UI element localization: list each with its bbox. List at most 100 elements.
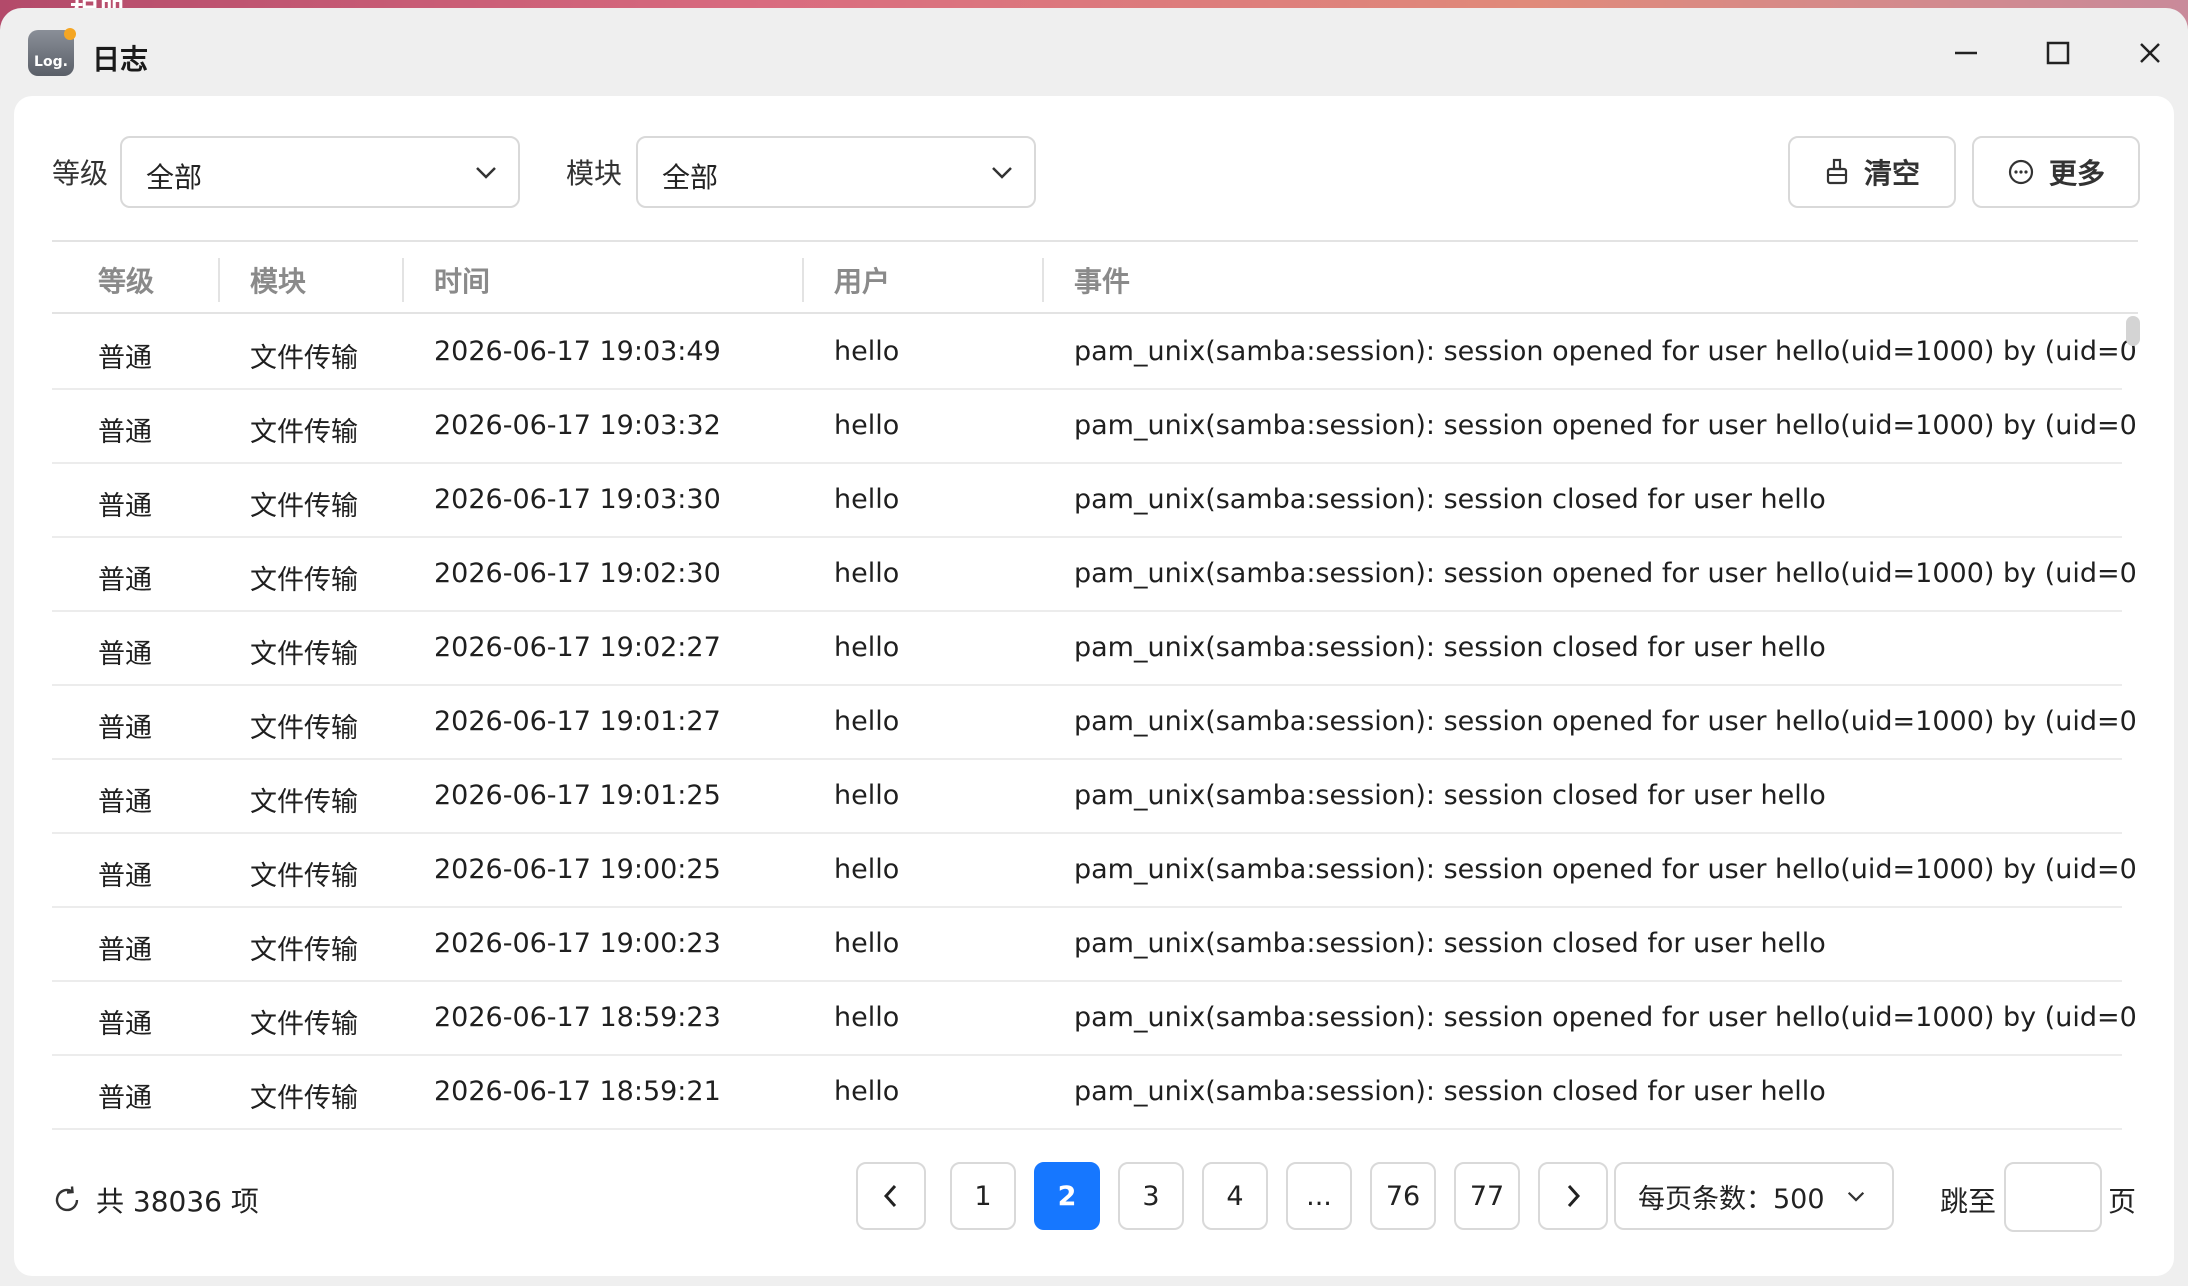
cell-time: 2026-06-17 19:03:30 (434, 484, 721, 515)
cell-level: 普通 (98, 935, 152, 966)
page-button[interactable]: 76 (1370, 1162, 1436, 1230)
refresh-icon[interactable] (52, 1185, 82, 1215)
prev-page-button[interactable] (856, 1162, 926, 1230)
content-panel: 等级 全部 模块 全部 清空 更多 等级 模块 时间 用户 事件 普通 文件传输… (14, 96, 2174, 1276)
cell-user: hello (834, 1002, 900, 1033)
table-row[interactable]: 普通 文件传输 2026-06-17 19:00:25 hello pam_unix(s… (52, 834, 2138, 908)
module-select[interactable]: 全部 (636, 136, 1036, 208)
table-row[interactable]: 普通 文件传输 2026-06-17 19:02:27 hello pam_unix(s… (52, 612, 2122, 686)
broom-icon (1826, 158, 1848, 185)
cell-level: 普通 (98, 639, 152, 670)
column-header-user[interactable]: 用户 (834, 260, 890, 300)
maximize-button[interactable] (2030, 28, 2086, 78)
cell-time: 2026-06-17 19:03:32 (434, 410, 721, 441)
module-select-value: 全部 (662, 161, 719, 194)
cell-level: 普通 (98, 491, 152, 522)
app-icon-text: Log. (34, 54, 68, 70)
cell-event: pam_unix(samba:session): session opened … (1074, 706, 2138, 737)
level-select-value: 全部 (146, 161, 203, 194)
table-row[interactable]: 普通 文件传输 2026-06-17 19:03:32 hello pam_unix(s… (52, 390, 2138, 464)
cell-module: 文件传输 (250, 935, 358, 966)
cell-level: 普通 (98, 1083, 152, 1114)
title-bar: Log. 日志 (0, 8, 2188, 96)
page-button[interactable]: 3 (1118, 1162, 1184, 1230)
cell-time: 2026-06-17 19:02:27 (434, 632, 721, 663)
cell-module: 文件传输 (250, 713, 358, 744)
cell-time: 2026-06-17 18:59:21 (434, 1076, 721, 1107)
cell-event: pam_unix(samba:session): session closed … (1074, 484, 1826, 515)
total-count-text: 共 38036 项 (96, 1185, 259, 1218)
cell-user: hello (834, 336, 900, 367)
column-resize-handle[interactable] (802, 258, 804, 302)
cell-time: 2026-06-17 19:00:23 (434, 928, 721, 959)
cell-user: hello (834, 854, 900, 885)
page-size-value: 每页条数：500 (1638, 1183, 1825, 1215)
cell-event: pam_unix(samba:session): session closed … (1074, 632, 1826, 663)
page-button[interactable]: 4 (1202, 1162, 1268, 1230)
chevron-right-icon (1567, 1184, 1581, 1208)
column-header-time[interactable]: 时间 (434, 260, 490, 300)
table-scrollbar[interactable] (2126, 316, 2140, 346)
cell-user: hello (834, 558, 900, 589)
cell-time: 2026-06-17 19:01:25 (434, 780, 721, 811)
window-title: 日志 (92, 43, 149, 76)
cell-user: hello (834, 780, 900, 811)
jump-page-input[interactable] (2004, 1162, 2102, 1232)
column-header-event[interactable]: 事件 (1074, 260, 1130, 300)
cell-user: hello (834, 928, 900, 959)
cell-module: 文件传输 (250, 565, 358, 596)
cell-level: 普通 (98, 787, 152, 818)
table-row[interactable]: 普通 文件传输 2026-06-17 19:01:27 hello pam_unix(s… (52, 686, 2138, 760)
cell-time: 2026-06-17 19:01:27 (434, 706, 721, 737)
clear-button[interactable]: 清空 (1788, 136, 1956, 208)
column-header-module[interactable]: 模块 (250, 260, 306, 300)
cell-module: 文件传输 (250, 417, 358, 448)
cell-level: 普通 (98, 713, 152, 744)
module-filter-label: 模块 (566, 157, 623, 190)
more-button[interactable]: 更多 (1972, 136, 2140, 208)
column-header-level[interactable]: 等级 (98, 260, 154, 300)
table-row[interactable]: 普通 文件传输 2026-06-17 18:59:23 hello pam_unix(s… (52, 982, 2138, 1056)
more-button-label: 更多 (2048, 157, 2105, 190)
minimize-icon (1955, 51, 1977, 55)
cell-time: 2026-06-17 19:02:30 (434, 558, 721, 589)
table-row[interactable]: 普通 文件传输 2026-06-17 19:03:49 hello pam_unix(s… (52, 316, 2138, 390)
table-row[interactable]: 普通 文件传输 2026-06-17 19:02:30 hello pam_unix(s… (52, 538, 2138, 612)
cell-module: 文件传输 (250, 861, 358, 892)
jump-to-label: 跳至 (1940, 1185, 1997, 1218)
cell-event: pam_unix(samba:session): session closed … (1074, 1076, 1826, 1107)
total-count: 共 38036 项 (52, 1180, 259, 1220)
close-button[interactable] (2122, 28, 2178, 78)
page-suffix-label: 页 (2108, 1185, 2137, 1218)
table-row[interactable]: 普通 文件传输 2026-06-17 18:59:21 hello pam_unix(s… (52, 1056, 2122, 1130)
page-ellipsis-button[interactable]: ... (1286, 1162, 1352, 1230)
next-page-button[interactable] (1538, 1162, 1608, 1230)
level-select[interactable]: 全部 (120, 136, 520, 208)
cell-event: pam_unix(samba:session): session opened … (1074, 1002, 2138, 1033)
cell-user: hello (834, 484, 900, 515)
page-button[interactable]: 77 (1454, 1162, 1520, 1230)
table-row[interactable]: 普通 文件传输 2026-06-17 19:03:30 hello pam_unix(s… (52, 464, 2122, 538)
chevron-down-icon (1847, 1191, 1864, 1202)
cell-event: pam_unix(samba:session): session closed … (1074, 780, 1826, 811)
column-resize-handle[interactable] (1042, 258, 1044, 302)
cell-module: 文件传输 (250, 343, 358, 374)
maximize-icon (2046, 41, 2070, 65)
page-size-select[interactable]: 每页条数：500 (1614, 1162, 1894, 1230)
table-row[interactable]: 普通 文件传输 2026-06-17 19:01:25 hello pam_unix(s… (52, 760, 2122, 834)
column-resize-handle[interactable] (402, 258, 404, 302)
cell-event: pam_unix(samba:session): session opened … (1074, 336, 2138, 367)
column-resize-handle[interactable] (218, 258, 220, 302)
clear-button-label: 清空 (1863, 157, 1920, 190)
app-icon-badge (64, 28, 76, 40)
page-button-current[interactable]: 2 (1034, 1162, 1100, 1230)
cell-event: pam_unix(samba:session): session opened … (1074, 410, 2138, 441)
cell-module: 文件传输 (250, 1009, 358, 1040)
cell-event: pam_unix(samba:session): session closed … (1074, 928, 1826, 959)
page-button[interactable]: 1 (950, 1162, 1016, 1230)
chevron-down-icon (992, 167, 1012, 179)
cell-time: 2026-06-17 19:03:49 (434, 336, 721, 367)
minimize-button[interactable] (1938, 28, 1994, 78)
table-row[interactable]: 普通 文件传输 2026-06-17 19:00:23 hello pam_unix(s… (52, 908, 2122, 982)
cell-time: 2026-06-17 18:59:23 (434, 1002, 721, 1033)
